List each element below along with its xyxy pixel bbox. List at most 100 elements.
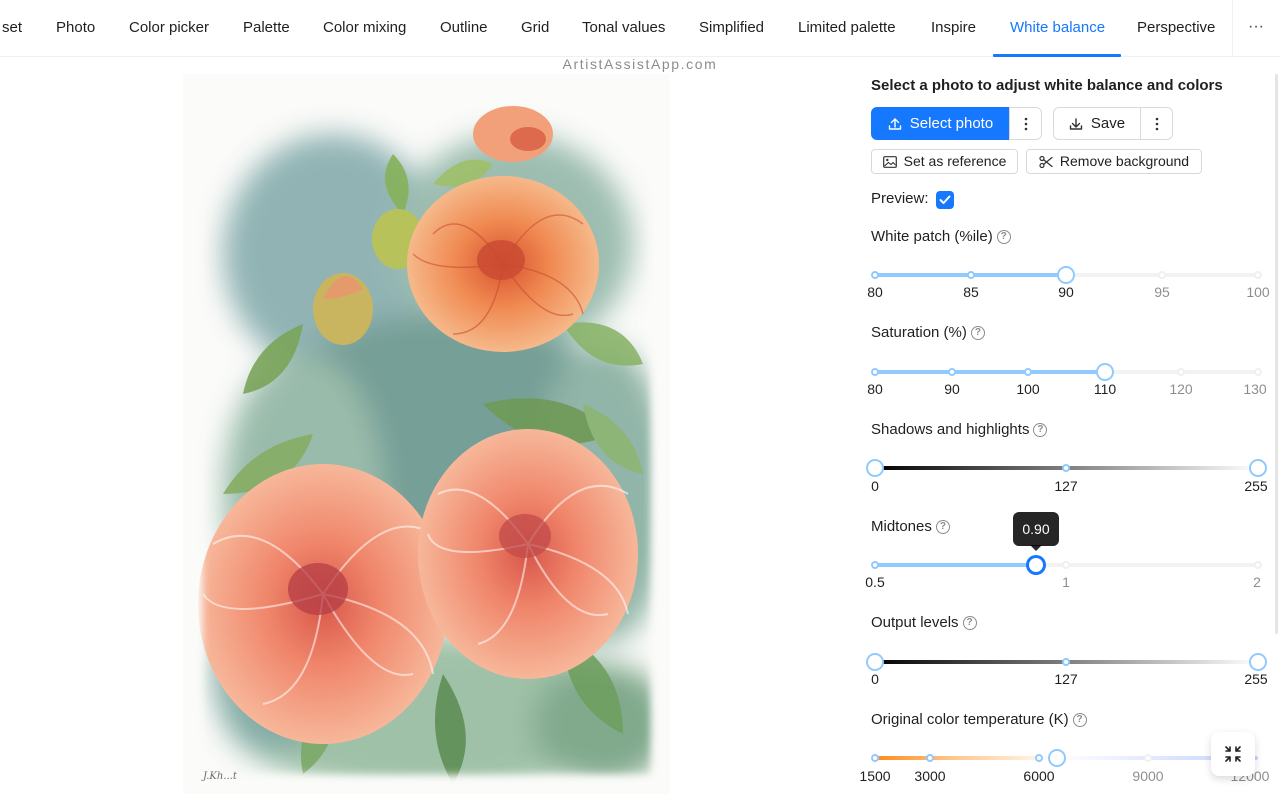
tab-color-mixing[interactable]: Color mixing bbox=[323, 0, 406, 57]
slider-handle-max[interactable] bbox=[1251, 655, 1265, 669]
slider-mark: 6000 bbox=[1023, 768, 1055, 784]
slider-dot[interactable] bbox=[1144, 754, 1152, 762]
slider-handle[interactable] bbox=[1098, 365, 1112, 379]
saturation-slider[interactable] bbox=[871, 362, 1262, 382]
help-icon[interactable]: ? bbox=[1033, 423, 1048, 437]
slider-dot[interactable] bbox=[1062, 658, 1070, 666]
slider-dot[interactable] bbox=[967, 271, 975, 279]
slider-track bbox=[875, 563, 1036, 567]
tab-grid[interactable]: Grid bbox=[521, 0, 549, 57]
tab-palette[interactable]: Palette bbox=[243, 0, 290, 57]
midtones-label-text: Midtones bbox=[871, 518, 932, 535]
more-tabs-button[interactable]: ··· bbox=[1243, 14, 1269, 42]
tab-tonal-values[interactable]: Tonal values bbox=[582, 0, 665, 57]
help-icon[interactable]: ? bbox=[996, 230, 1011, 244]
slider-dot[interactable] bbox=[1158, 271, 1166, 279]
midtones-slider[interactable] bbox=[871, 555, 1262, 575]
set-as-reference-label: Set as reference bbox=[903, 153, 1007, 169]
slider-dot[interactable] bbox=[871, 368, 879, 376]
more-vertical-icon bbox=[1024, 117, 1027, 130]
remove-background-button[interactable]: Remove background bbox=[1026, 149, 1202, 174]
help-icon[interactable]: ? bbox=[935, 520, 950, 534]
slider-dot[interactable] bbox=[1035, 754, 1043, 762]
slider-handle[interactable] bbox=[1059, 268, 1073, 282]
slider-dot[interactable] bbox=[871, 754, 879, 762]
select-photo-more-button[interactable] bbox=[1009, 107, 1042, 140]
exit-fullscreen-button[interactable] bbox=[1211, 732, 1255, 776]
slider-dot[interactable] bbox=[948, 368, 956, 376]
select-photo-button[interactable]: Select photo bbox=[871, 107, 1010, 140]
tab-bar: set Photo Color picker Palette Color mix… bbox=[0, 0, 1280, 57]
slider-dot[interactable] bbox=[1024, 368, 1032, 376]
slider-dot[interactable] bbox=[871, 271, 879, 279]
artist-signature: J.Kh...t bbox=[201, 771, 238, 782]
more-vertical-icon bbox=[1155, 117, 1158, 130]
slider-mark: 3000 bbox=[914, 768, 946, 784]
tab-inspire[interactable]: Inspire bbox=[931, 0, 976, 57]
set-as-reference-button[interactable]: Set as reference bbox=[871, 149, 1018, 174]
white-patch-label: White patch (%ile) ? bbox=[871, 227, 1011, 247]
shadows-highlights-label: Shadows and highlights ? bbox=[871, 420, 1048, 440]
tab-simplified[interactable]: Simplified bbox=[699, 0, 764, 57]
save-more-button[interactable] bbox=[1140, 107, 1173, 140]
slider-mark: 2 bbox=[1253, 574, 1261, 590]
panel-scrollbar[interactable] bbox=[1275, 74, 1278, 634]
tab-divider bbox=[1232, 0, 1233, 57]
color-temperature-label-text: Original color temperature (K) bbox=[871, 711, 1069, 728]
remove-background-label: Remove background bbox=[1059, 153, 1190, 169]
tab-white-balance[interactable]: White balance bbox=[1010, 0, 1105, 57]
help-icon[interactable]: ? bbox=[1072, 713, 1087, 727]
checkmark-icon bbox=[939, 195, 951, 204]
slider-handle[interactable] bbox=[1050, 751, 1064, 765]
slider-dot[interactable] bbox=[1062, 561, 1070, 569]
slider-mark: 80 bbox=[867, 381, 883, 397]
slider-handle-max[interactable] bbox=[1251, 461, 1265, 475]
slider-mark: 9000 bbox=[1132, 768, 1164, 784]
midtones-label: Midtones ? bbox=[871, 517, 950, 537]
white-patch-slider[interactable] bbox=[871, 265, 1262, 285]
slider-dot[interactable] bbox=[1254, 561, 1262, 569]
compress-icon bbox=[1225, 746, 1241, 762]
slider-handle[interactable] bbox=[1029, 558, 1043, 572]
help-icon[interactable]: ? bbox=[970, 326, 985, 340]
tab-photo[interactable]: Photo bbox=[56, 0, 95, 57]
preview-label: Preview: bbox=[871, 190, 929, 207]
slider-handle-min[interactable] bbox=[868, 655, 882, 669]
shadows-highlights-slider[interactable] bbox=[868, 458, 1265, 478]
slider-dot[interactable] bbox=[926, 754, 934, 762]
save-label: Save bbox=[1090, 115, 1126, 132]
slider-mark: 0 bbox=[871, 671, 879, 687]
help-icon[interactable]: ? bbox=[962, 616, 977, 630]
panel-title: Select a photo to adjust white balance a… bbox=[871, 77, 1223, 94]
slider-mark: 130 bbox=[1243, 381, 1267, 397]
slider-dot[interactable] bbox=[1254, 368, 1262, 376]
select-photo-label: Select photo bbox=[909, 115, 994, 132]
tab-color-picker[interactable]: Color picker bbox=[129, 0, 209, 57]
slider-dot[interactable] bbox=[1177, 368, 1185, 376]
slider-dot[interactable] bbox=[1062, 464, 1070, 472]
tab-perspective[interactable]: Perspective bbox=[1137, 0, 1215, 57]
slider-dot[interactable] bbox=[871, 561, 879, 569]
preview-checkbox[interactable] bbox=[936, 191, 954, 209]
photo-preview: J.Kh...t bbox=[183, 74, 670, 794]
slider-mark: 255 bbox=[1244, 671, 1268, 687]
color-temperature-slider[interactable] bbox=[871, 748, 1258, 768]
slider-mark: 80 bbox=[867, 284, 883, 300]
tab-outline[interactable]: Outline bbox=[440, 0, 488, 57]
tab-limited-palette[interactable]: Limited palette bbox=[798, 0, 896, 57]
slider-handle-min[interactable] bbox=[868, 461, 882, 475]
output-levels-label: Output levels ? bbox=[871, 613, 977, 633]
preview-label-text: Preview bbox=[871, 190, 925, 207]
color-temperature-label: Original color temperature (K) ? bbox=[871, 710, 1087, 730]
dahlia-painting: J.Kh...t bbox=[183, 74, 670, 794]
save-button[interactable]: Save bbox=[1053, 107, 1141, 140]
slider-mark: 100 bbox=[1246, 284, 1270, 300]
slider-mark: 1500 bbox=[859, 768, 891, 784]
saturation-label: Saturation (%) ? bbox=[871, 323, 985, 343]
slider-dot[interactable] bbox=[1254, 271, 1262, 279]
tab-preset[interactable]: set bbox=[2, 0, 22, 57]
tooltip-arrow bbox=[1030, 545, 1042, 551]
output-levels-slider[interactable] bbox=[868, 652, 1265, 672]
scissor-icon bbox=[1039, 155, 1053, 168]
download-icon bbox=[1069, 117, 1083, 130]
